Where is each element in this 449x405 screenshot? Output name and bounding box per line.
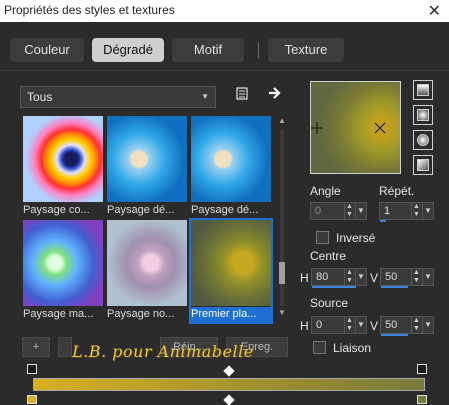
preset-caption: Paysage ma... — [23, 308, 94, 320]
source-h-value: 0 — [316, 319, 323, 331]
header-divider — [0, 70, 449, 71]
title-bar: Propriétés des styles et textures ✕ — [0, 0, 449, 22]
window-title: Propriétés des styles et textures — [4, 3, 175, 17]
tab-degrade[interactable]: Dégradé — [92, 38, 164, 62]
preset-caption: Premier pla... — [191, 307, 271, 322]
angle-input[interactable]: 0 ▲ ▼ ▼ — [310, 202, 367, 220]
preset-caption: Paysage co... — [23, 204, 90, 216]
sunburst-style-icon[interactable] — [413, 130, 433, 150]
centre-v-slider-bar — [381, 286, 408, 288]
linear-style-icon[interactable] — [413, 80, 433, 100]
preset-caption: Paysage dé... — [107, 204, 175, 216]
centre-h-input[interactable]: 80 ▲ ▼ ▼ — [311, 268, 367, 288]
add-preset-button[interactable]: + — [22, 337, 50, 357]
preset-item[interactable]: Paysage co... — [23, 116, 103, 218]
tab-motif[interactable]: Motif — [172, 38, 244, 62]
preset-thumbnail — [23, 220, 103, 306]
source-v-value: 50 — [385, 319, 398, 331]
invert-checkbox[interactable] — [316, 231, 329, 244]
link-label: Liaison — [333, 341, 372, 355]
scroll-thumb[interactable] — [279, 262, 285, 284]
gradient-preview[interactable] — [310, 81, 401, 174]
chevron-down-icon[interactable]: ▼ — [422, 269, 433, 285]
link-checkbox[interactable] — [313, 341, 326, 354]
preset-thumbnail — [107, 116, 187, 202]
centre-h-stepper[interactable]: ▲ ▼ — [344, 269, 354, 285]
centre-v-value: 50 — [385, 271, 398, 283]
end-color-stop-bottom[interactable] — [417, 395, 427, 404]
preset-scrollbar[interactable]: ▲ ▼ — [277, 116, 287, 320]
centre-h-slider-bar — [312, 286, 356, 288]
chevron-down-icon[interactable]: ▼ — [422, 317, 433, 333]
angle-stepper[interactable]: ▲ ▼ — [344, 203, 354, 219]
invert-label: Inversé — [336, 231, 376, 245]
preset-action-button[interactable] — [58, 337, 72, 357]
preset-thumbnail — [23, 116, 103, 202]
preset-item[interactable]: Paysage ma... — [23, 220, 103, 322]
centre-h-label: H — [300, 271, 309, 285]
preset-item[interactable]: Paysage dé... — [107, 116, 187, 218]
angle-label: Angle — [310, 184, 341, 198]
angle-value: 0 — [315, 205, 322, 217]
repeat-label: Répét. — [379, 184, 415, 198]
source-v-label: V — [370, 319, 379, 333]
gradient-editor-bar[interactable] — [33, 378, 425, 391]
chevron-down-icon[interactable]: ▼ — [355, 203, 366, 219]
radial-style-icon[interactable] — [413, 155, 433, 175]
chevron-down-icon[interactable]: ▼ — [355, 317, 366, 333]
preset-item[interactable]: Paysage no... — [107, 220, 187, 322]
repeat-slider-bar — [380, 220, 386, 222]
library-icon[interactable] — [235, 86, 249, 103]
preset-thumbnail — [107, 220, 187, 306]
preset-thumbnail — [191, 116, 271, 202]
centre-v-stepper[interactable]: ▲ ▼ — [411, 269, 421, 285]
category-dropdown[interactable]: Tous ▼ — [20, 86, 216, 108]
chevron-down-icon[interactable]: ▼ — [422, 203, 433, 219]
source-v-input[interactable]: 50 ▲ ▼ ▼ — [380, 316, 434, 336]
midpoint-handle-bottom[interactable] — [223, 394, 235, 405]
start-color-stop-bottom[interactable] — [27, 395, 37, 404]
source-h-stepper[interactable]: ▲ ▼ — [344, 317, 354, 333]
preset-caption: Paysage dé... — [191, 204, 259, 216]
source-v-stepper[interactable]: ▲ ▼ — [411, 317, 421, 333]
tab-texture[interactable]: Texture — [268, 38, 344, 62]
source-h-input[interactable]: 0 ▲ ▼ ▼ — [311, 316, 367, 334]
tab-couleur[interactable]: Couleur — [10, 38, 84, 62]
centre-v-label: V — [370, 271, 379, 285]
preset-item-selected[interactable]: Premier pla... — [189, 218, 273, 324]
start-color-stop[interactable] — [27, 364, 37, 374]
source-v-slider-bar — [381, 334, 408, 336]
repeat-stepper[interactable]: ▲ ▼ — [411, 203, 421, 219]
centre-h-value: 80 — [316, 271, 329, 283]
source-h-label: H — [300, 319, 309, 333]
preset-caption: Paysage no... — [107, 308, 175, 320]
chevron-down-icon[interactable]: ▼ — [355, 269, 366, 285]
centre-v-input[interactable]: 50 ▲ ▼ ▼ — [380, 268, 434, 288]
chevron-down-icon: ▼ — [201, 92, 209, 101]
tab-separator — [258, 42, 259, 58]
centre-label: Centre — [310, 249, 347, 263]
arrow-right-icon[interactable] — [268, 86, 282, 103]
repeat-value: 1 — [384, 205, 391, 217]
category-dropdown-value: Tous — [27, 90, 53, 104]
scroll-up-icon[interactable]: ▲ — [277, 116, 287, 125]
repeat-input[interactable]: 1 ▲ ▼ ▼ — [379, 202, 434, 222]
watermark: L.B. pour Animabelle — [72, 342, 254, 361]
midpoint-handle[interactable] — [223, 365, 235, 377]
close-icon[interactable]: ✕ — [428, 1, 441, 21]
preset-item[interactable]: Paysage dé... — [191, 116, 271, 218]
source-label: Source — [310, 296, 349, 310]
preset-thumbnail — [191, 220, 271, 306]
end-color-stop[interactable] — [417, 364, 427, 374]
rectangular-style-icon[interactable] — [413, 105, 433, 125]
scroll-down-icon[interactable]: ▼ — [277, 308, 287, 317]
